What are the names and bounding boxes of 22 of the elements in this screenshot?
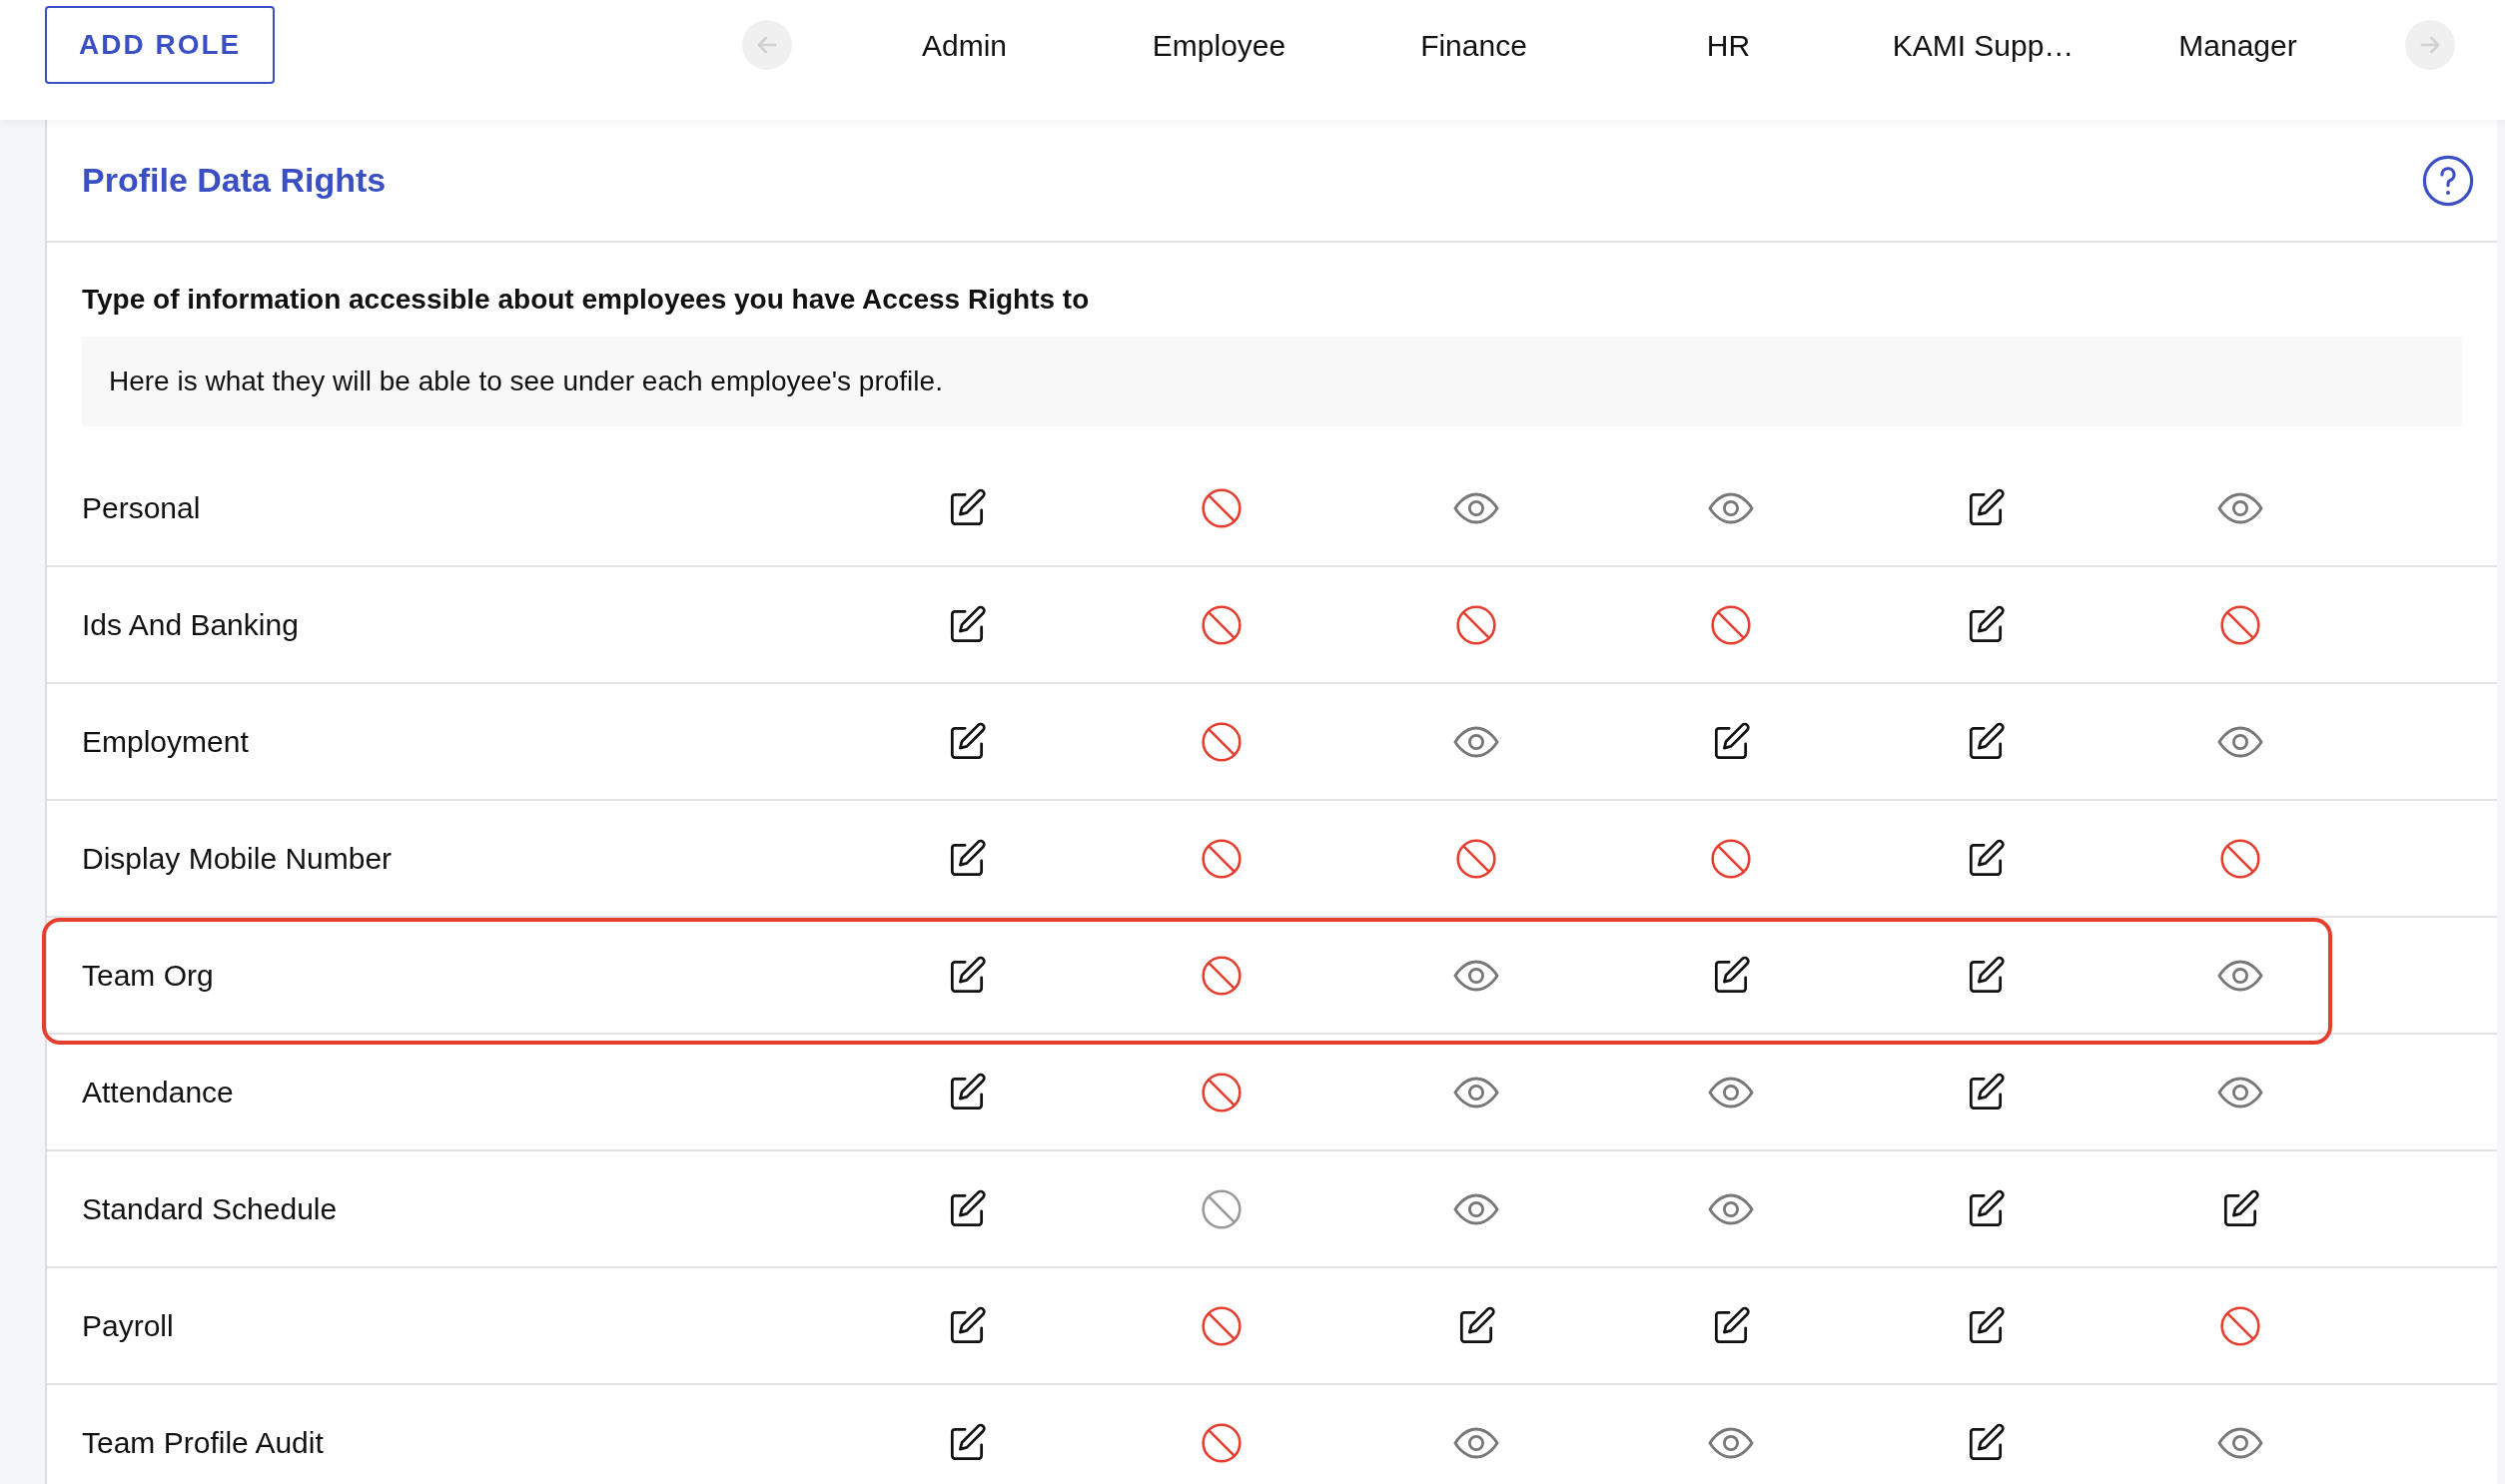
role-tab[interactable]: Admin	[837, 0, 1092, 90]
help-icon[interactable]	[2421, 153, 2475, 208]
row-label: Ids And Banking	[81, 607, 300, 643]
row-label: Attendance	[81, 1075, 235, 1111]
row-label: Team Org	[81, 958, 215, 994]
role-tab[interactable]: KAMI Supp…	[1856, 0, 2110, 90]
row-label: Employment	[81, 724, 250, 760]
section-title: Profile Data Rights	[82, 160, 387, 201]
info-note: Here is what they will be able to see under each employee's profile.	[82, 337, 2462, 426]
role-tab[interactable]: Finance	[1346, 0, 1601, 90]
description-heading: Type of information accessible about employees you have Access Rights to	[81, 283, 1091, 317]
add-role-button[interactable]: ADD ROLE	[45, 6, 276, 84]
row-label: Personal	[81, 490, 202, 526]
role-tab[interactable]: HR	[1601, 0, 1856, 90]
previous-button[interactable]	[742, 20, 792, 70]
role-tab[interactable]: Manager	[2110, 0, 2365, 90]
row-label: Team Profile Audit	[81, 1425, 325, 1461]
next-button[interactable]	[2405, 20, 2455, 70]
row-label: Payroll	[81, 1308, 175, 1344]
row-label: Standard Schedule	[81, 1191, 339, 1227]
role-tab[interactable]: Employee	[1092, 0, 1346, 90]
row-label: Display Mobile Number	[81, 841, 394, 877]
